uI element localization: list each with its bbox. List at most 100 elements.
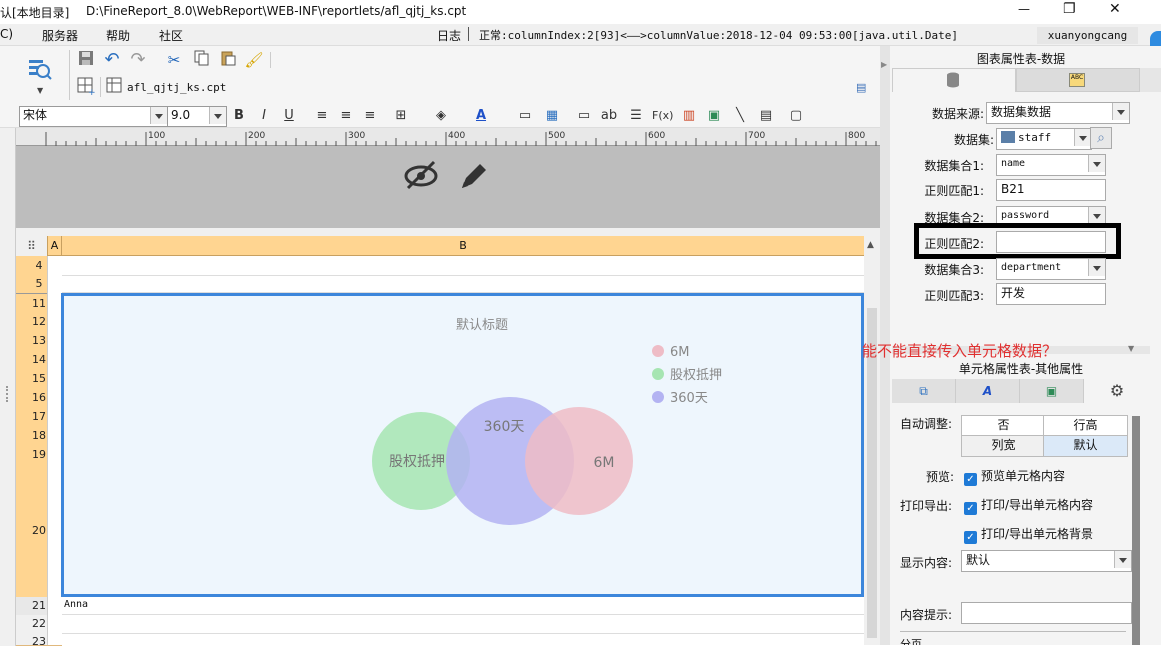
redo-icon[interactable]: ↷ [128,50,148,70]
venn-set-2[interactable] [525,407,633,515]
source-select[interactable]: 数据集数据 [986,102,1130,124]
edit-pencil-icon[interactable] [458,160,490,192]
cells-rows-4-5[interactable] [62,256,864,293]
cell-row-21[interactable]: Anna [62,597,864,615]
preview-checkbox[interactable]: ✓ 预览单元格内容 [964,467,1065,486]
chart-cell[interactable]: 默认标题 股权抵押 360天 6M 6M 股权抵押 360天 [61,293,864,597]
user-badge[interactable]: xuanyongcang [1037,27,1138,44]
chevron-down-icon [1114,551,1131,568]
restore-button[interactable]: ❐ [1063,1,1076,17]
wrap-text-icon[interactable]: ☰ [626,106,646,126]
menu-item-help[interactable]: 帮助 [106,27,130,44]
preview-search-icon[interactable] [27,56,53,82]
legend-marker[interactable] [652,345,664,357]
image-icon[interactable]: ▣ [704,106,724,126]
minimize-button[interactable]: — [1018,2,1030,16]
align-center-icon[interactable]: ≡ [336,106,356,126]
align-left-icon[interactable]: ≡ [312,106,332,126]
chevron-down-icon [150,107,167,124]
venn-chart[interactable]: 默认标题 股权抵押 360天 6M 6M 股权抵押 360天 [64,296,861,594]
regex3-input[interactable]: 开发 [996,283,1106,305]
column-a-cells[interactable] [47,256,62,645]
font-size-select[interactable]: 9.0 [167,106,227,127]
tab-chart-style[interactable]: ABC [1016,68,1140,92]
column-header-b[interactable]: B [62,236,864,256]
drag-handle[interactable] [6,386,10,402]
close-button[interactable]: ✕ [1109,1,1121,17]
subreport-icon[interactable]: ▤ [756,106,776,126]
cut-icon[interactable]: ✂ [164,50,184,70]
paste-icon[interactable] [218,50,238,70]
cell-b21[interactable]: Anna [64,599,88,610]
font-style-icon[interactable]: A [956,379,1020,403]
tab-list-icon[interactable]: ▤ [856,81,866,94]
menu-item-c[interactable]: C) [0,27,13,41]
ruler-label: 300 [348,131,365,141]
set1-label: 数据集合1: [924,159,984,173]
tab-template[interactable]: afl_qjtj_ks.cpt [127,81,226,94]
toolbar-divider [270,52,271,68]
font-color-button[interactable]: A [471,106,491,126]
save-icon[interactable] [76,50,96,70]
legend-marker[interactable] [652,391,664,403]
log-link[interactable]: 日志 [437,27,461,44]
merge-cell-icon[interactable]: ▭ [515,106,535,126]
format-painter-icon[interactable]: 🖌 [244,50,264,70]
regex2-input[interactable] [996,231,1106,253]
copy-icon[interactable] [191,50,211,70]
print-background-checkbox[interactable]: ✓ 打印/导出单元格背景 [964,525,1093,544]
display-select[interactable]: 默认 [961,550,1132,572]
tooltip-input[interactable] [961,602,1132,624]
underline-button[interactable]: U [279,106,299,126]
split-bar[interactable] [16,228,880,236]
legend-marker[interactable] [652,368,664,380]
hide-eye-icon[interactable] [404,160,440,190]
slash-icon[interactable]: ╲ [730,106,750,126]
regex1-input[interactable]: B21 [996,179,1106,201]
regex3-label: 正则匹配3: [924,289,984,303]
collapse-right-icon[interactable]: ▶ [881,60,887,69]
gear-icon[interactable]: ⚙ [1084,379,1150,403]
option-col-width[interactable]: 列宽 [961,435,1046,457]
chart-icon[interactable]: ▥ [679,106,699,126]
italic-button[interactable]: I [254,106,274,126]
undo-icon[interactable]: ↶ [102,50,122,70]
cell-rows-22-23[interactable] [62,615,864,645]
new-cell-icon[interactable]: + [76,77,96,98]
line-icon[interactable]: ▭ [574,106,594,126]
panel-scrollbar[interactable] [1132,416,1140,645]
tab-cell-element[interactable]: ⧉ [892,379,956,403]
option-no[interactable]: 否 [961,415,1046,437]
text-ab-button[interactable]: ab [599,106,619,126]
option-row-height[interactable]: 行高 [1043,415,1128,437]
fill-color-icon[interactable]: ◈ [431,106,451,126]
chevron-down-icon[interactable]: ▼ [1128,344,1134,353]
formula-button[interactable]: F(x) [652,106,673,126]
set1-select[interactable]: name [996,154,1106,176]
menu-item-community[interactable]: 社区 [159,27,183,44]
menu-item-server[interactable]: 服务器 [42,27,78,44]
legend-label[interactable]: 股权抵押 [670,367,722,383]
set3-label: 数据集合3: [924,263,984,277]
tab-chart-data[interactable] [892,68,1016,92]
widget-icon[interactable]: ▢ [786,106,806,126]
option-default[interactable]: 默认 [1043,435,1128,457]
dataset-select[interactable]: staff [996,128,1092,150]
vertical-scrollbar[interactable]: ▲ [864,236,880,645]
bold-button[interactable]: B [229,106,249,126]
dataset-search-button[interactable]: ⌕ [1090,127,1112,149]
set3-select[interactable]: department [996,258,1106,280]
print-content-checkbox[interactable]: ✓ 打印/导出单元格内容 [964,496,1093,515]
legend-label[interactable]: 360天 [670,391,708,406]
border-icon[interactable]: ⊞ [391,106,411,126]
table-icon[interactable]: ▦ [542,106,562,126]
column-header-a[interactable]: A [47,236,62,256]
tab-more[interactable] [1140,68,1161,92]
tab-cell-property[interactable]: ▣ [1020,379,1084,403]
font-family-select[interactable]: 宋体 [19,106,168,127]
chevron-down-icon[interactable]: ▼ [37,86,45,95]
select-all-corner[interactable]: ⠿ [16,236,47,256]
legend-label[interactable]: 6M [670,345,690,360]
align-right-icon[interactable]: ≡ [360,106,380,126]
scroll-up-icon[interactable]: ▲ [867,240,874,250]
